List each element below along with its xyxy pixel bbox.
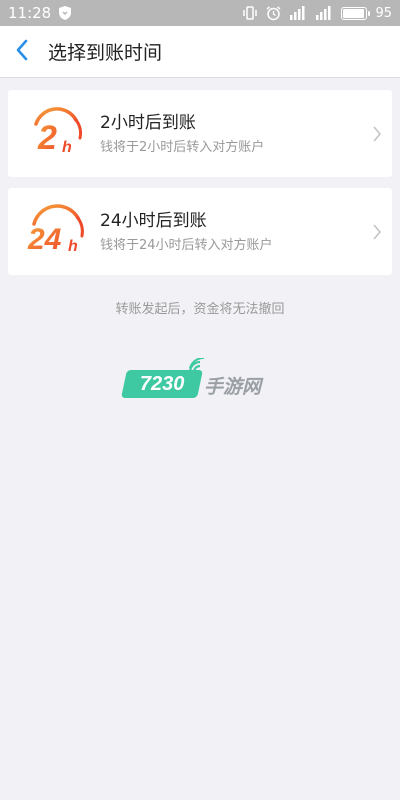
- clock-2h-icon: 2 h: [22, 90, 98, 177]
- alarm-icon: [266, 5, 281, 21]
- status-time: 11:28: [8, 4, 52, 22]
- back-button[interactable]: [0, 26, 44, 78]
- back-arrow-icon: [15, 39, 29, 65]
- option-2-hours[interactable]: 2 h 2小时后到账 钱将于2小时后转入对方账户: [8, 90, 392, 177]
- irreversible-notice: 转账发起后，资金将无法撤回: [115, 302, 285, 317]
- clock-24h-icon: 24 h: [22, 188, 98, 275]
- page-title: 选择到账时间: [48, 42, 163, 64]
- vibrate-icon: [242, 6, 258, 20]
- battery-level: 95: [375, 5, 392, 21]
- svg-text:h: h: [62, 139, 72, 156]
- option-subtitle: 钱将于2小时后转入对方账户: [100, 139, 265, 155]
- watermark-number: 7230: [139, 372, 185, 395]
- option-subtitle: 钱将于24小时后转入对方账户: [100, 237, 273, 253]
- chevron-right-icon: [362, 188, 392, 275]
- svg-text:2: 2: [37, 119, 57, 157]
- svg-text:24: 24: [27, 223, 62, 256]
- option-title: 24小时后到账: [100, 210, 207, 231]
- signal-4g-icon: [289, 6, 307, 20]
- watermark-text: 手游网: [204, 376, 262, 398]
- watermark-logo: 7230 手游网: [121, 357, 274, 402]
- status-bar: 11:28 95: [0, 0, 400, 26]
- chevron-right-icon: [362, 90, 392, 177]
- option-24-hours[interactable]: 24 h 24小时后到账 钱将于24小时后转入对方账户: [8, 188, 392, 275]
- nav-bar: 选择到账时间: [0, 26, 400, 78]
- battery-icon: [341, 6, 371, 20]
- signal-icon: [315, 6, 333, 20]
- option-title: 2小时后到账: [100, 112, 196, 133]
- svg-text:h: h: [68, 238, 78, 255]
- shield-icon: [59, 6, 72, 20]
